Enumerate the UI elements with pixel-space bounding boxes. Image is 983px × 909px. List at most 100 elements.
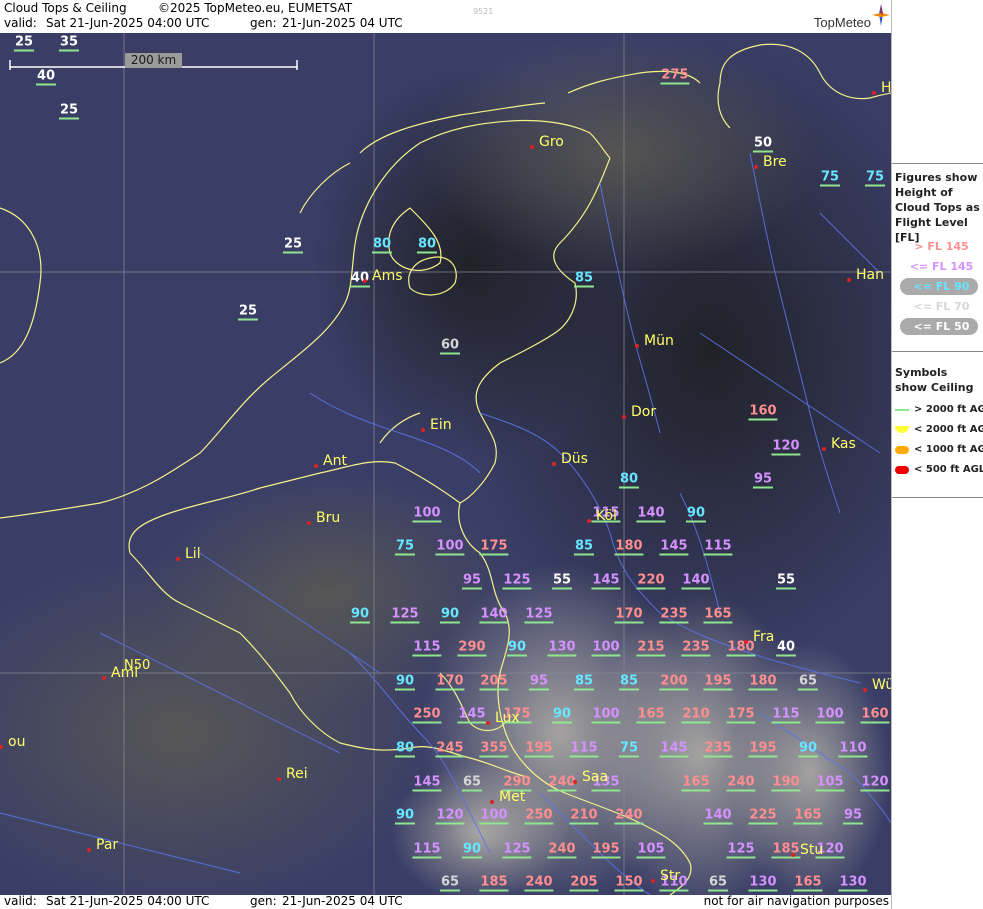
city-label: Fra	[744, 629, 775, 645]
ceiling-symbol	[659, 688, 689, 691]
city-dot-icon	[486, 721, 490, 725]
city-dot-icon	[552, 462, 556, 466]
ceiling-symbol	[435, 822, 465, 825]
ceiling-symbol	[479, 621, 509, 624]
cloud-top-label: 90	[506, 639, 528, 657]
scale-label: 200 km	[125, 53, 182, 68]
ceiling-symbol	[726, 654, 756, 657]
map-id: 9521	[473, 7, 494, 16]
city-dot-icon	[635, 344, 639, 348]
cloud-top-label: 110	[838, 740, 868, 758]
cloud-top-label: 90	[685, 505, 707, 523]
ceiling-symbol	[551, 721, 573, 724]
ceiling-symbol	[775, 654, 797, 657]
cloud-tops-map[interactable]: 200 km N50 25 35 40 25 275 50 75 75 25 80 80 40 85 25…	[0, 33, 891, 895]
cloud-top-label: 165	[636, 706, 666, 724]
ceiling-symbol	[659, 755, 689, 758]
ceiling-symbol	[842, 822, 864, 825]
ceiling-symbol	[13, 49, 35, 52]
cloud-top-label: 240	[547, 841, 577, 859]
ceiling-symbol	[793, 889, 823, 892]
ceiling-symbol	[457, 721, 487, 724]
cloud-top-label: 65	[461, 774, 483, 792]
cloud-top-label: 120	[860, 774, 890, 792]
ceiling-symbol	[793, 822, 823, 825]
ceiling-symbol	[435, 755, 465, 758]
cloud-top-label: 200	[659, 673, 689, 691]
cloud-top-label: 140	[681, 572, 711, 590]
cloud-top-label: 240	[614, 807, 644, 825]
ceiling-symbol	[479, 688, 509, 691]
cloud-top-label: 65	[797, 673, 819, 691]
ceiling-symbol	[573, 553, 595, 556]
map-header: Cloud Tops & Ceiling ©2025 TopMeteo.eu, …	[0, 0, 891, 33]
city-label: ou	[0, 735, 25, 749]
cloud-top-label: 85	[618, 673, 640, 691]
ceiling-symbol	[614, 621, 644, 624]
city-label: Bre	[754, 155, 787, 169]
city-dot-icon	[863, 688, 867, 692]
ceiling-symbol	[636, 587, 666, 590]
ceiling-symbol	[838, 755, 868, 758]
city-dot-icon	[744, 640, 748, 644]
city-label: Lil	[176, 547, 201, 561]
ceiling-symbol	[771, 721, 801, 724]
ceiling-symbol	[681, 654, 711, 657]
city-label: Str	[651, 869, 680, 883]
city-name: Wü	[872, 677, 891, 693]
cloud-top-label: 210	[569, 807, 599, 825]
ceiling-symbol	[591, 721, 621, 724]
cloud-top-label: 115	[569, 740, 599, 758]
city-label: Par	[87, 838, 118, 852]
cloud-top-label: 125	[502, 841, 532, 859]
cloud-top-label: 240	[547, 774, 577, 792]
ceiling-symbol	[614, 889, 644, 892]
cloud-top-label: 100	[815, 706, 845, 724]
legend-ceiling-item: < 1000 ft AGL	[892, 442, 983, 458]
ceiling-symbol	[435, 553, 465, 556]
cloud-top-label: 25	[237, 303, 259, 321]
city-label: Bru	[307, 511, 340, 525]
cloud-top-label: 105	[636, 841, 666, 859]
cloud-top-label: 185	[479, 874, 509, 892]
topmeteo-logo-text: TopMeteo	[813, 15, 871, 30]
cloud-top-label: 40	[349, 270, 371, 288]
ceiling-symbol	[573, 688, 595, 691]
city-label: Rei	[277, 767, 308, 781]
ceiling-symbol	[390, 621, 420, 624]
city-dot-icon	[822, 447, 826, 451]
ceiling-symbol	[860, 721, 890, 724]
city-name: Gro	[539, 134, 564, 150]
ceiling-symbol	[412, 789, 442, 792]
cloud-top-label: 205	[479, 673, 509, 691]
ceiling-symbol-icon	[895, 446, 909, 454]
cloud-top-label: 95	[528, 673, 550, 691]
ceiling-symbol	[394, 755, 416, 758]
ceiling-symbol	[524, 755, 554, 758]
city-dot-icon	[421, 428, 425, 432]
cloud-top-label: 25	[13, 34, 35, 52]
ceiling-symbol	[864, 184, 886, 187]
cloud-top-label: 90	[394, 807, 416, 825]
cloud-top-label: 150	[614, 874, 644, 892]
cloud-top-label: 140	[636, 505, 666, 523]
ceiling-symbol	[547, 856, 577, 859]
valid-label: valid:	[4, 16, 37, 30]
ceiling-symbol	[748, 755, 778, 758]
city-name: Fra	[753, 629, 775, 645]
ceiling-symbol	[618, 486, 640, 489]
city-dot-icon	[314, 464, 318, 468]
cloud-top-label: 95	[752, 471, 774, 489]
city-name: Düs	[561, 451, 588, 467]
city-label: Düs	[552, 451, 588, 467]
ceiling-symbol	[573, 285, 595, 288]
cloud-top-label: 40	[775, 639, 797, 657]
ceiling-symbol	[703, 755, 733, 758]
ceiling-symbol	[479, 889, 509, 892]
ceiling-label: < 500 ft AGL	[914, 464, 983, 475]
cloud-top-label: 140	[703, 807, 733, 825]
cloud-top-label: 145	[591, 572, 621, 590]
city-name: Saa	[582, 769, 609, 785]
ceiling-symbol	[838, 889, 868, 892]
ceiling-symbol	[726, 856, 756, 859]
